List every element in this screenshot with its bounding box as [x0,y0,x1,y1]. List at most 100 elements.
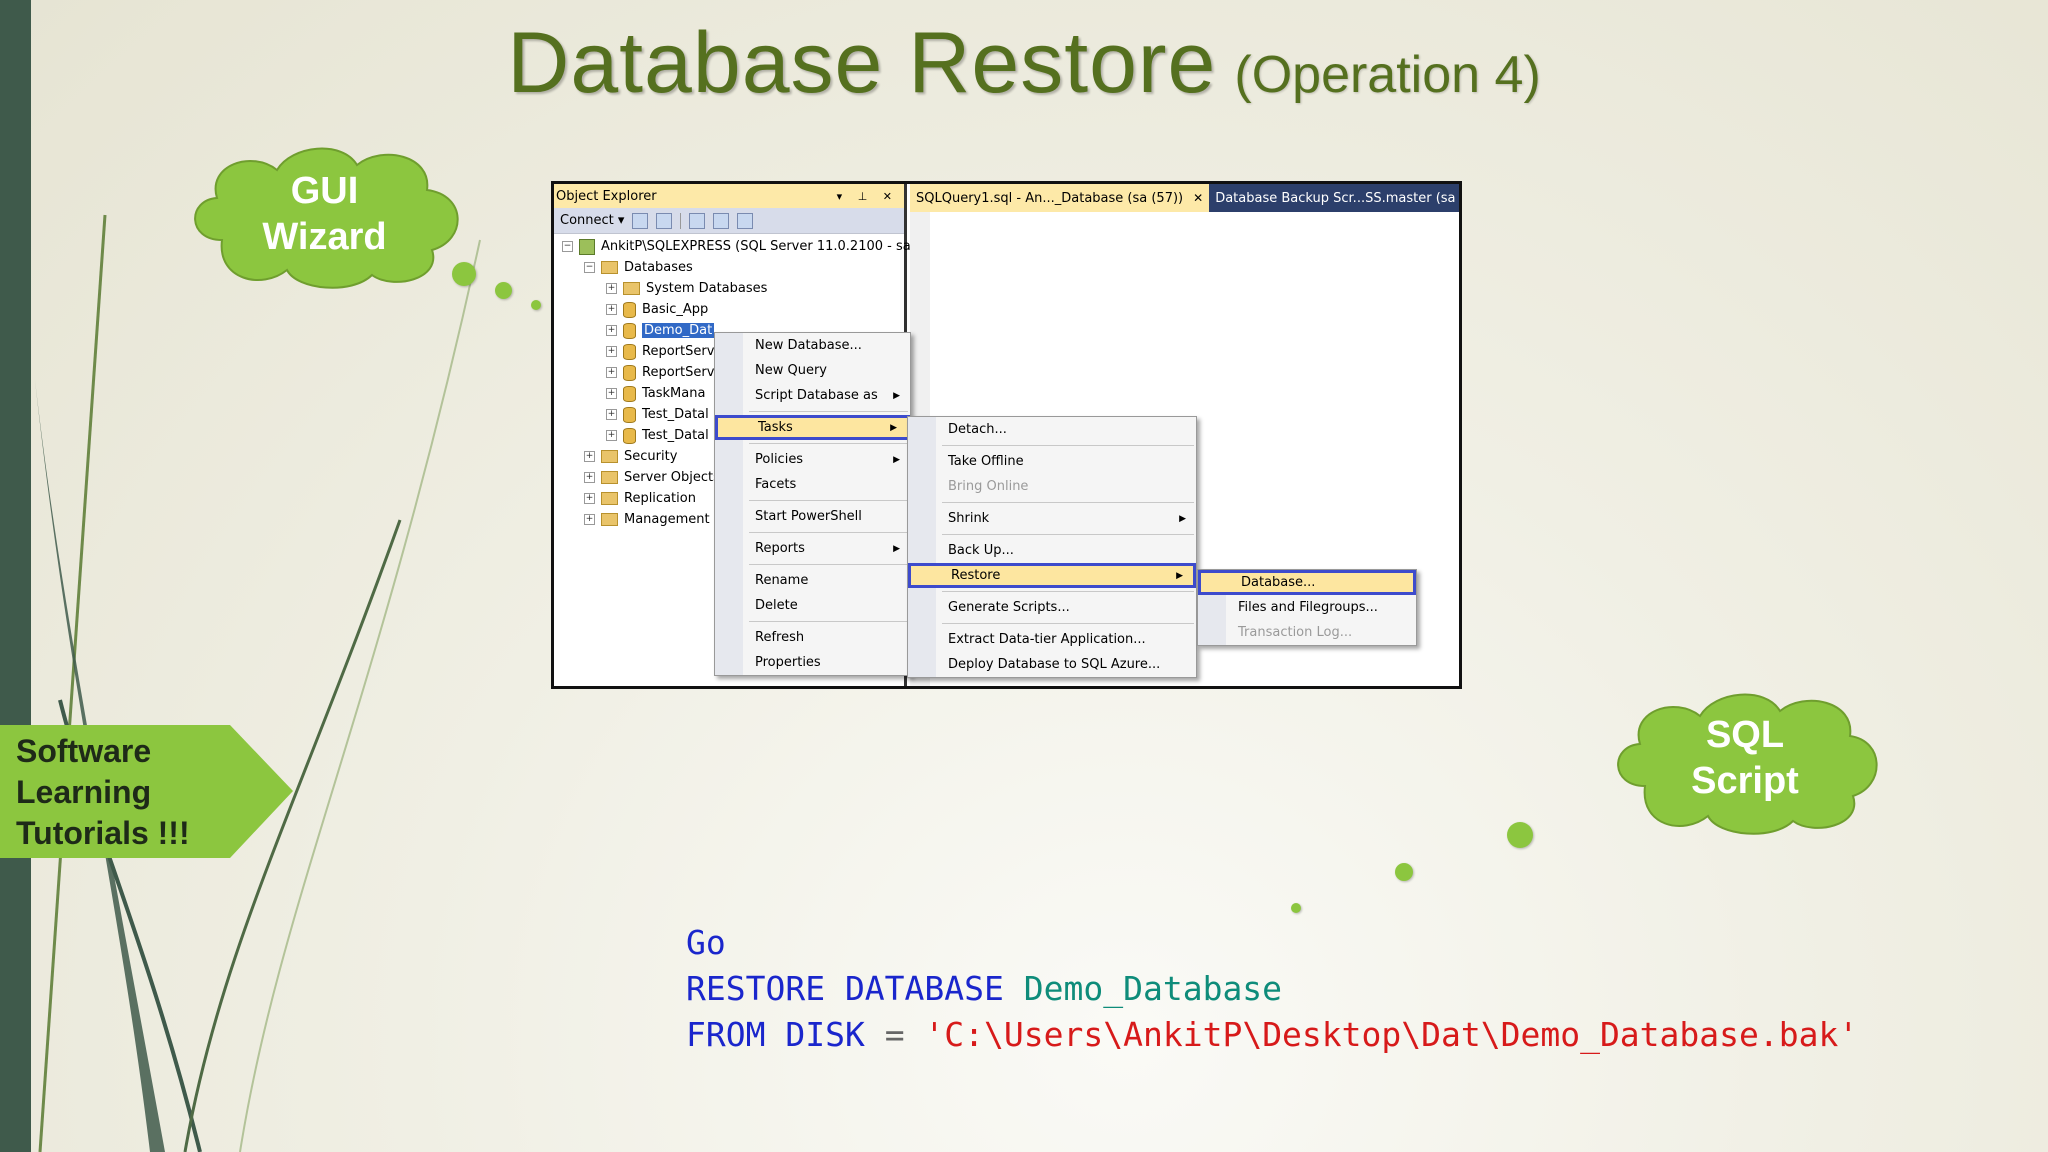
menu-item-tasks[interactable]: Tasks ▶ [715,415,910,440]
menu-item-script-database-as[interactable]: Script Database as ▶ [715,383,910,408]
collapse-icon[interactable]: − [562,241,573,252]
tree-node-label: Basic_App [642,302,709,317]
menu-separator [942,445,1194,446]
database-icon [623,322,636,339]
tree-node-label: Test_Datal [642,407,709,422]
expand-icon[interactable]: + [584,451,595,462]
submenu-arrow-icon: ▶ [1179,513,1186,524]
close-icon[interactable]: ✕ [1193,191,1203,205]
thought-dot [531,300,541,310]
menu-item-label: Script Database as [755,388,878,403]
disconnect-icon[interactable] [656,212,673,229]
database-context-menu: New Database... New Query Script Database … [714,332,911,676]
object-explorer-toolbar: Connect ▾ [554,208,904,234]
menu-item-label: Properties [755,655,821,670]
sql-from-keyword: FROM DISK [686,1015,865,1054]
expand-icon[interactable]: + [606,304,617,315]
expand-icon[interactable]: + [606,325,617,336]
menu-item-deploy-database-to-sql-azure[interactable]: Deploy Database to SQL Azure... [908,652,1196,677]
menu-item-database[interactable]: Database... [1198,570,1416,595]
menu-item-label: Files and Filegroups... [1238,600,1378,615]
menu-item-files-and-filegroups[interactable]: Files and Filegroups... [1198,595,1416,620]
expand-icon[interactable]: + [606,367,617,378]
tree-node-label: ReportServ [642,344,715,359]
menu-item-reports[interactable]: Reports ▶ [715,536,910,561]
menu-item-label: Generate Scripts... [948,600,1070,615]
menu-item-start-powershell[interactable]: Start PowerShell [715,504,910,529]
tree-node-label: Replication [624,491,696,506]
gui-wizard-cloud: GUI Wizard [182,140,467,290]
menu-item-label: Start PowerShell [755,509,862,524]
tree-node-label: Databases [624,260,693,275]
connect-icon[interactable] [632,212,649,229]
pin-close-icons[interactable]: ▾ ⊥ ✕ [837,190,898,203]
menu-item-label: Shrink [948,511,990,526]
menu-item-policies[interactable]: Policies ▶ [715,447,910,472]
expand-icon[interactable]: + [584,514,595,525]
expand-icon[interactable]: + [606,409,617,420]
menu-item-new-query[interactable]: New Query [715,358,910,383]
tree-node[interactable]: + System Databases [554,278,904,299]
toolbar-separator [680,212,682,229]
submenu-arrow-icon: ▶ [893,454,900,465]
menu-separator [749,621,908,622]
expand-icon[interactable]: + [606,346,617,357]
submenu-arrow-icon: ▶ [893,390,900,401]
tab-sqlquery1[interactable]: SQLQuery1.sql - An..._Database (sa (57))… [910,184,1210,212]
menu-item-shrink[interactable]: Shrink ▶ [908,506,1196,531]
refresh-icon[interactable] [713,212,730,229]
sql-database-name: Demo_Database [1023,969,1283,1008]
menu-separator [942,534,1194,535]
menu-item-back-up[interactable]: Back Up... [908,538,1196,563]
menu-item-delete[interactable]: Delete [715,593,910,618]
menu-item-label: Back Up... [948,543,1014,558]
database-icon [623,301,636,318]
expand-icon[interactable]: + [584,493,595,504]
thought-dot [1395,863,1413,881]
thought-dot [452,262,476,286]
menu-item-label: Facets [755,477,797,492]
menu-item-label: Policies [755,452,804,467]
menu-separator [749,532,908,533]
tree-node[interactable]: + Basic_App [554,299,904,320]
menu-item-new-database[interactable]: New Database... [715,333,910,358]
tree-node[interactable]: − AnkitP\SQLEXPRESS (SQL Server 11.0.2100… [554,236,916,257]
menu-item-properties[interactable]: Properties [715,650,910,675]
connect-button[interactable]: Connect ▾ [560,213,624,228]
left-sidebar-bar [0,0,31,1152]
menu-item-take-offline[interactable]: Take Offline [908,449,1196,474]
collapse-icon[interactable]: − [584,262,595,273]
menu-item-refresh[interactable]: Refresh [715,625,910,650]
menu-item-generate-scripts[interactable]: Generate Scripts... [908,595,1196,620]
filter-icon[interactable] [689,212,706,229]
expand-icon[interactable]: + [606,283,617,294]
sql-script-block: Go RESTORE DATABASE Demo_Database FROM D… [686,920,1858,1058]
menu-item-label: Restore [951,568,1001,583]
menu-item-facets[interactable]: Facets [715,472,910,497]
menu-item-detach[interactable]: Detach... [908,417,1196,442]
expand-icon[interactable]: + [606,430,617,441]
menu-item-label: Deploy Database to SQL Azure... [948,657,1161,672]
thought-dot [1291,903,1301,913]
menu-item-restore[interactable]: Restore ▶ [908,563,1196,588]
tree-node-label: Security [624,449,678,464]
expand-icon[interactable]: + [606,388,617,399]
tree-node-label: AnkitP\SQLEXPRESS (SQL Server 11.0.2100 … [601,239,916,254]
slide-title: Database Restore (Operation 4) [0,14,2048,113]
tree-node[interactable]: − Databases [554,257,904,278]
tab-database-backup-script[interactable]: Database Backup Scr...SS.master (sa (53)… [1209,184,1459,212]
menu-item-label: Database... [1241,575,1316,590]
menu-item-label: Tasks [758,420,793,435]
database-icon [623,364,636,381]
menu-item-rename[interactable]: Rename [715,568,910,593]
folder-icon [601,450,618,463]
activity-monitor-icon[interactable] [737,212,754,229]
menu-item-extract-data-tier-application[interactable]: Extract Data-tier Application... [908,627,1196,652]
cloud-right-line1: SQL [1705,714,1785,756]
expand-icon[interactable]: + [584,472,595,483]
object-explorer-titlebar: Object Explorer ▾ ⊥ ✕ [554,184,904,208]
tasks-submenu: Detach... Take Offline Bring Online Shrink ▶… [907,416,1197,678]
tree-node-label: System Databases [646,281,768,296]
folder-icon [601,261,618,274]
banner-line1: Software [16,733,152,769]
